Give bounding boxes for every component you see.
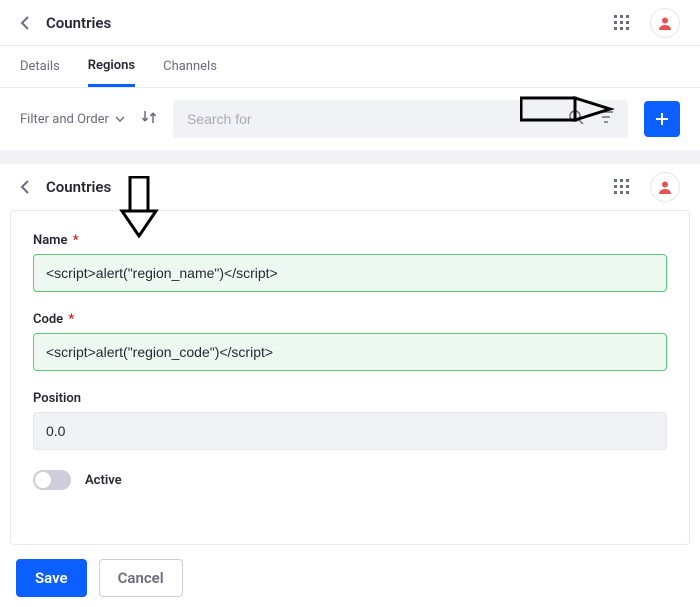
form-header: Countries	[10, 164, 690, 210]
section-divider	[0, 150, 700, 164]
tabs: Details Regions Channels	[0, 46, 700, 88]
page-header: Countries	[0, 0, 700, 46]
position-label: Position	[33, 391, 667, 406]
required-marker: *	[69, 233, 78, 248]
active-toggle[interactable]	[33, 470, 71, 490]
toolbar: Filter and Order	[0, 88, 700, 150]
position-input[interactable]	[33, 412, 667, 450]
sort-toggle-icon[interactable]	[141, 109, 157, 129]
form-title: Countries	[46, 178, 111, 196]
tab-channels[interactable]: Channels	[163, 46, 217, 87]
name-label: Name *	[33, 233, 667, 248]
code-input[interactable]	[33, 333, 667, 371]
apps-grid-icon[interactable]	[614, 15, 630, 31]
filter-order-dropdown[interactable]: Filter and Order	[20, 112, 125, 127]
user-avatar[interactable]	[650, 8, 680, 38]
plus-icon	[654, 111, 670, 127]
search-box	[173, 100, 628, 138]
form-card: Name * Code * Position Active	[10, 210, 690, 545]
required-marker: *	[65, 312, 74, 327]
active-label: Active	[85, 473, 122, 488]
back-button[interactable]	[20, 16, 38, 30]
tab-details[interactable]: Details	[20, 46, 60, 87]
save-button[interactable]: Save	[16, 559, 87, 597]
code-label: Code *	[33, 312, 667, 327]
form-back-button[interactable]	[20, 180, 38, 194]
tab-regions[interactable]: Regions	[88, 46, 135, 87]
add-button[interactable]	[644, 101, 680, 137]
search-icon[interactable]	[568, 109, 584, 129]
page-title: Countries	[46, 14, 111, 32]
filter-icon[interactable]	[598, 109, 614, 129]
name-input[interactable]	[33, 254, 667, 292]
user-avatar[interactable]	[650, 172, 680, 202]
filter-order-label: Filter and Order	[20, 112, 109, 127]
chevron-down-icon	[115, 116, 125, 122]
apps-grid-icon[interactable]	[614, 179, 630, 195]
form-actions: Save Cancel	[10, 545, 690, 597]
cancel-button[interactable]: Cancel	[99, 559, 183, 597]
search-input[interactable]	[187, 111, 614, 127]
